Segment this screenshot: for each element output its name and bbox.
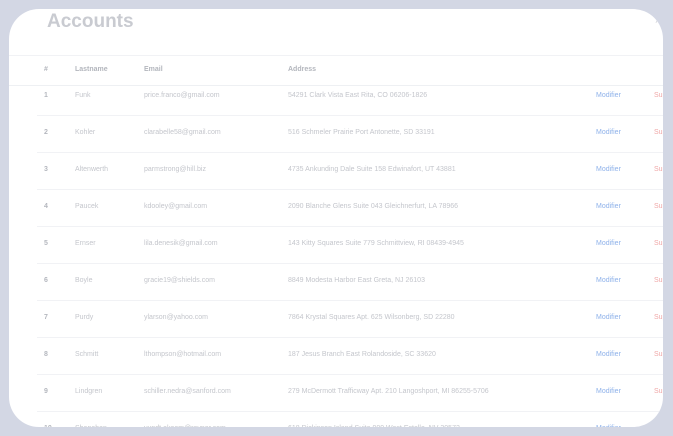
row-address: 2090 Blanche Glens Suite 043 Gleichnerfu… [288,203,459,210]
row-index: 9 [44,388,48,395]
accounts-panel: Accounts Ad # Lastname Email Address 1 Fu… [9,9,663,427]
row-address: 54291 Clark Vista East Rita, CO 06206-18… [288,92,428,99]
row-lastname: Schmitt [75,351,99,358]
row-address: 516 Schmeler Prairie Port Antonette, SD … [288,129,435,136]
table-row: 4 Paucek kdooley@gmail.com 2090 Blanche Gle… [37,189,663,227]
delete-link[interactable]: Supp [654,388,663,395]
modify-link[interactable]: Modifier [596,277,621,284]
row-email: lila.denesik@gmail.com [144,240,218,247]
row-lastname: Purdy [75,314,94,321]
row-index: 1 [44,92,48,99]
row-address: 187 Jesus Branch East Rolandoside, SC 33… [288,351,436,358]
modify-link[interactable]: Modifier [596,425,621,427]
row-email: yundt.akeem@raynor.com [144,425,226,427]
table-row: 10 Shanahan yundt.akeem@raynor.com 618 Dick… [37,411,663,427]
header-corner-text: Ad [655,19,663,25]
row-lastname: Boyle [75,277,93,284]
row-lastname: Ernser [75,240,96,247]
table-row: 2 Kohler clarabelle58@gmail.com 516 Schmele… [37,115,663,153]
row-lastname: Funk [75,92,91,99]
row-index: 6 [44,277,48,284]
delete-link[interactable]: Supp [654,314,663,321]
row-index: 5 [44,240,48,247]
row-lastname: Lindgren [75,388,103,395]
modify-link[interactable]: Modifier [596,129,621,136]
row-email: schiller.nedra@sanford.com [144,388,231,395]
row-address: 7864 Krystal Squares Apt. 625 Wilsonberg… [288,314,455,321]
page-title: Accounts [47,11,134,32]
row-lastname: Altenwerth [75,166,109,173]
delete-link[interactable]: Supp [654,129,663,136]
column-header-lastname: Lastname [75,66,108,73]
row-index: 3 [44,166,48,173]
table-row: 6 Boyle gracie19@shields.com 8849 Modesta H… [37,263,663,301]
row-index: 8 [44,351,48,358]
row-lastname: Kohler [75,129,96,136]
row-index: 2 [44,129,48,136]
row-address: 8849 Modesta Harbor East Greta, NJ 26103 [288,277,425,284]
row-address: 618 Dickinson Island Suite 909 West Este… [288,425,460,427]
delete-link[interactable]: Supp [654,92,663,99]
row-email: price.franco@gmail.com [144,92,220,99]
column-header-index: # [44,66,48,73]
row-email: parmstrong@hill.biz [144,166,206,173]
modify-link[interactable]: Modifier [596,388,621,395]
delete-link[interactable]: Supp [654,203,663,210]
table-row: 5 Ernser lila.denesik@gmail.com 143 Kitty S… [37,226,663,264]
row-index: 4 [44,203,48,210]
column-header-address: Address [288,66,317,73]
delete-link[interactable]: Supp [654,351,663,358]
row-address: 143 Kitty Squares Suite 779 Schmittview,… [288,240,464,247]
table-row: 3 Altenwerth parmstrong@hill.biz 4735 Ankun… [37,152,663,190]
row-email: kdooley@gmail.com [144,203,208,210]
modify-link[interactable]: Modifier [596,351,621,358]
table-row: 8 Schmitt lthompson@hotmail.com 187 Jesus B… [37,337,663,375]
row-email: clarabelle58@gmail.com [144,129,221,136]
column-header-email: Email [144,66,163,73]
row-lastname: Shanahan [75,425,107,427]
modify-link[interactable]: Modifier [596,314,621,321]
modify-link[interactable]: Modifier [596,203,621,210]
table-row: 9 Lindgren schiller.nedra@sanford.com 279 M… [37,374,663,412]
table-row: 1 Funk price.franco@gmail.com 54291 Clark V… [37,78,663,116]
row-address: 4735 Ankunding Dale Suite 158 Edwinafort… [288,166,456,173]
delete-link[interactable]: Supp [654,166,663,173]
row-address: 279 McDermott Trafficway Apt. 210 Langos… [288,388,489,395]
row-email: gracie19@shields.com [144,277,215,284]
delete-link[interactable]: Supp [654,425,663,427]
delete-link[interactable]: Supp [654,277,663,284]
row-lastname: Paucek [75,203,99,210]
modify-link[interactable]: Modifier [596,166,621,173]
row-index: 7 [44,314,48,321]
table-row: 7 Purdy ylarson@yahoo.com 7864 Krystal Squa… [37,300,663,338]
row-email: lthompson@hotmail.com [144,351,222,358]
row-email: ylarson@yahoo.com [144,314,208,321]
row-index: 10 [44,425,52,427]
modify-link[interactable]: Modifier [596,240,621,247]
delete-link[interactable]: Supp [654,240,663,247]
window-frame: Accounts Ad # Lastname Email Address 1 Fu… [0,0,673,436]
page-header: Accounts Ad [9,9,663,56]
modify-link[interactable]: Modifier [596,92,621,99]
